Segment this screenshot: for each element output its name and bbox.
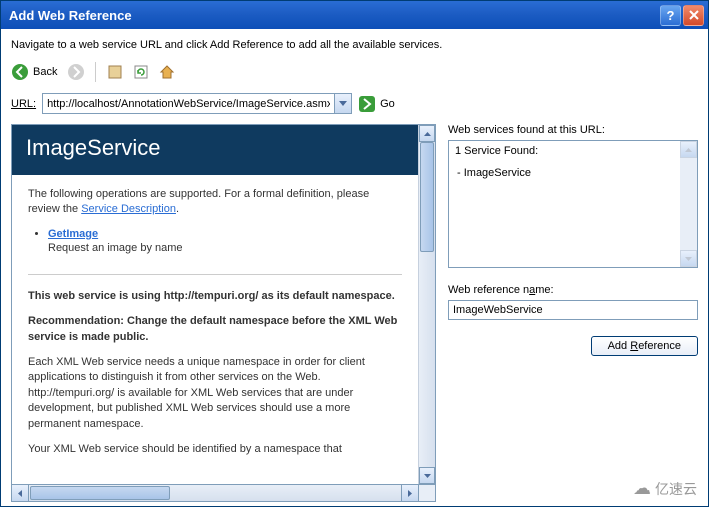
namespace-detail: Each XML Web service needs a unique name… [28,355,402,432]
namespace-detail-2: Your XML Web service should be identifie… [28,442,402,457]
toolbar-separator [95,62,96,82]
back-button[interactable]: Back [11,61,61,83]
scroll-thumb[interactable] [420,142,434,252]
watermark: ☁ 亿速云 [633,478,697,499]
home-button[interactable] [156,61,178,83]
refresh-button[interactable] [130,61,152,83]
operation-item: GetImage Request an image by name [48,228,402,254]
help-button[interactable]: ? [660,5,681,26]
url-label: URL: [11,98,36,110]
recommendation-text: Recommendation: Change the default names… [28,315,397,342]
back-label: Back [33,66,57,78]
url-dropdown-button[interactable] [334,94,351,113]
service-description-link[interactable]: Service Description [81,203,176,215]
operations-list: GetImage Request an image by name [48,228,402,254]
reference-name-input[interactable] [448,300,698,320]
go-label: Go [380,98,395,110]
service-count: 1 Service Found: [455,145,691,157]
go-button[interactable]: Go [358,95,395,113]
operation-description: Request an image by name [48,242,402,254]
service-intro: The following operations are supported. … [28,187,402,218]
vertical-scrollbar[interactable] [418,125,435,484]
namespace-warning: This web service is using http://tempuri… [28,290,395,302]
services-found-label: Web services found at this URL: [448,124,698,136]
hscroll-thumb[interactable] [30,486,170,500]
scroll-right-arrow[interactable] [401,485,418,501]
service-list-item[interactable]: - ImageService [457,167,691,179]
services-list[interactable]: 1 Service Found: - ImageService [448,140,698,268]
watermark-text: 亿速云 [655,479,697,499]
scroll-up-arrow[interactable] [419,125,435,142]
window-title: Add Web Reference [9,8,660,23]
nav-toolbar: Back [11,61,698,83]
list-scrollbar [680,141,697,267]
horizontal-scrollbar[interactable] [11,485,419,502]
add-reference-button[interactable]: Add Reference [591,336,698,356]
scroll-left-arrow[interactable] [12,485,29,501]
close-button[interactable] [683,5,704,26]
service-browser-pane: ImageService The following operations ar… [11,124,436,485]
list-scroll-up [680,141,697,158]
reference-name-label: Web reference name: [448,284,698,296]
scroll-corner [419,485,436,502]
forward-button[interactable] [65,61,87,83]
url-input[interactable] [43,94,334,113]
scroll-down-arrow[interactable] [419,467,435,484]
instruction-text: Navigate to a web service URL and click … [11,39,698,51]
watermark-icon: ☁ [633,478,651,499]
service-header: ImageService [12,125,418,175]
divider [28,274,402,275]
list-scroll-down [680,250,697,267]
titlebar: Add Web Reference ? [1,1,708,29]
operation-link[interactable]: GetImage [48,228,98,240]
stop-button[interactable] [104,61,126,83]
